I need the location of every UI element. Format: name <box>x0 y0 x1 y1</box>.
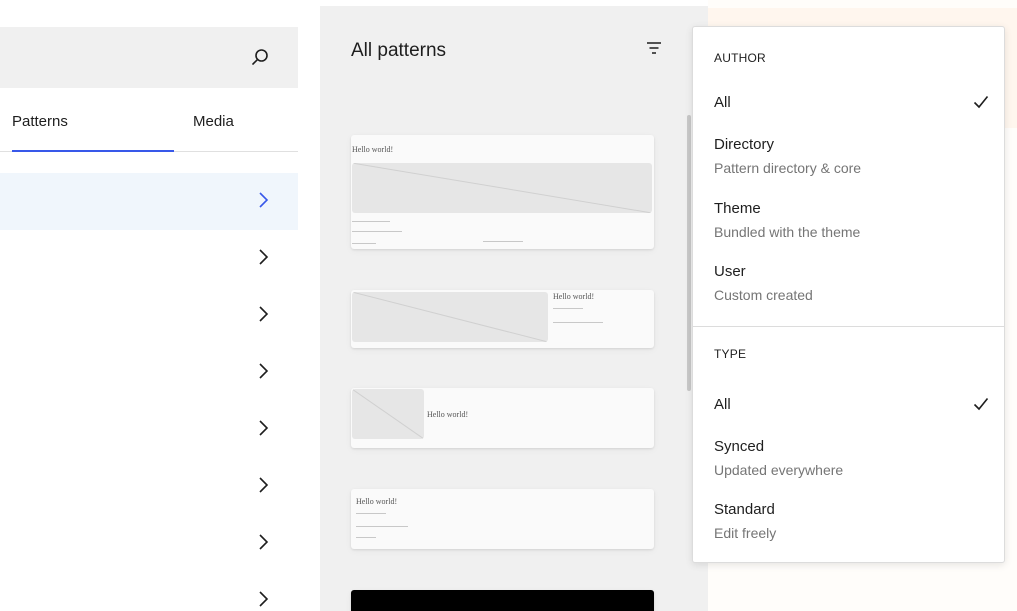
option-label: User <box>714 263 746 280</box>
check-icon <box>973 397 989 411</box>
category-item[interactable] <box>0 458 298 515</box>
chevron-right-icon <box>259 306 269 322</box>
placeholder-line <box>352 243 376 244</box>
author-option-all[interactable]: All <box>703 93 994 112</box>
placeholder-line <box>553 322 603 323</box>
check-icon <box>973 95 989 109</box>
author-section-heading: AUTHOR <box>714 51 766 65</box>
option-label: Standard <box>714 501 775 518</box>
category-item[interactable] <box>0 287 298 344</box>
chevron-right-icon <box>259 477 269 493</box>
option-description: Pattern directory & core <box>714 160 862 176</box>
chevron-right-icon <box>259 591 269 607</box>
inserter-panel: Patterns Media <box>0 0 300 611</box>
tab-media[interactable]: Media <box>193 96 293 152</box>
category-item[interactable] <box>0 230 298 287</box>
pattern-preview-card[interactable]: Hello world! <box>351 290 654 348</box>
placeholder-line <box>553 308 583 309</box>
pattern-preview-title: Hello world! <box>427 410 469 419</box>
filter-icon[interactable] <box>643 38 665 60</box>
option-description: Updated everywhere <box>714 462 844 478</box>
image-placeholder <box>352 163 652 213</box>
image-placeholder <box>352 389 424 439</box>
placeholder-line <box>352 221 390 222</box>
type-section-heading: TYPE <box>714 347 747 361</box>
option-description: Bundled with the theme <box>714 224 861 240</box>
image-placeholder <box>352 292 548 342</box>
pattern-preview-card[interactable]: Hello world! <box>351 135 654 249</box>
option-label: Theme <box>714 200 761 217</box>
placeholder-line <box>352 231 402 232</box>
author-option-user[interactable]: User Custom created <box>703 262 994 304</box>
inserter-tabs: Patterns Media <box>0 96 298 152</box>
patterns-panel-title: All patterns <box>351 40 447 61</box>
search-icon[interactable] <box>250 47 270 67</box>
category-item[interactable] <box>0 401 298 458</box>
option-label: All <box>714 396 731 413</box>
pattern-preview-title: Hello world! <box>553 292 595 301</box>
type-option-standard[interactable]: Standard Edit freely <box>703 500 994 542</box>
chevron-right-icon <box>259 363 269 379</box>
option-description: Edit freely <box>714 525 777 541</box>
author-option-directory[interactable]: Directory Pattern directory & core <box>703 135 994 177</box>
patterns-scrollbar[interactable] <box>687 115 691 391</box>
pattern-preview-title: Hello world! <box>352 145 394 154</box>
tab-patterns[interactable]: Patterns <box>12 96 174 152</box>
pattern-category-list <box>0 173 298 611</box>
chevron-right-icon <box>259 249 269 265</box>
category-item[interactable] <box>0 515 298 572</box>
chevron-right-icon <box>259 420 269 436</box>
type-option-all[interactable]: All <box>703 395 994 414</box>
pattern-preview-card[interactable]: Hello world! <box>351 489 654 549</box>
option-label: All <box>714 94 731 111</box>
type-option-synced[interactable]: Synced Updated everywhere <box>703 437 994 479</box>
pattern-filter-menu: AUTHOR All Directory Pattern directory &… <box>692 26 1005 563</box>
option-label: Directory <box>714 136 775 153</box>
patterns-explorer: All patterns Hello world! Hello world! H… <box>320 6 708 611</box>
category-item[interactable] <box>0 344 298 401</box>
placeholder-line <box>483 241 523 242</box>
category-item[interactable] <box>0 572 298 611</box>
placeholder-line <box>356 513 386 514</box>
placeholder-line <box>356 526 408 527</box>
option-label: Synced <box>714 438 765 455</box>
pattern-preview-title: Hello world! <box>356 497 398 506</box>
category-item[interactable] <box>0 173 298 230</box>
menu-separator <box>693 326 1004 327</box>
chevron-right-icon <box>259 192 269 208</box>
option-description: Custom created <box>714 287 813 303</box>
pattern-preview-card[interactable] <box>351 590 654 611</box>
placeholder-line <box>356 537 376 538</box>
pattern-preview-card[interactable]: Hello world! <box>351 388 654 448</box>
active-tab-indicator <box>12 150 174 152</box>
chevron-right-icon <box>259 534 269 550</box>
author-option-theme[interactable]: Theme Bundled with the theme <box>703 199 994 241</box>
